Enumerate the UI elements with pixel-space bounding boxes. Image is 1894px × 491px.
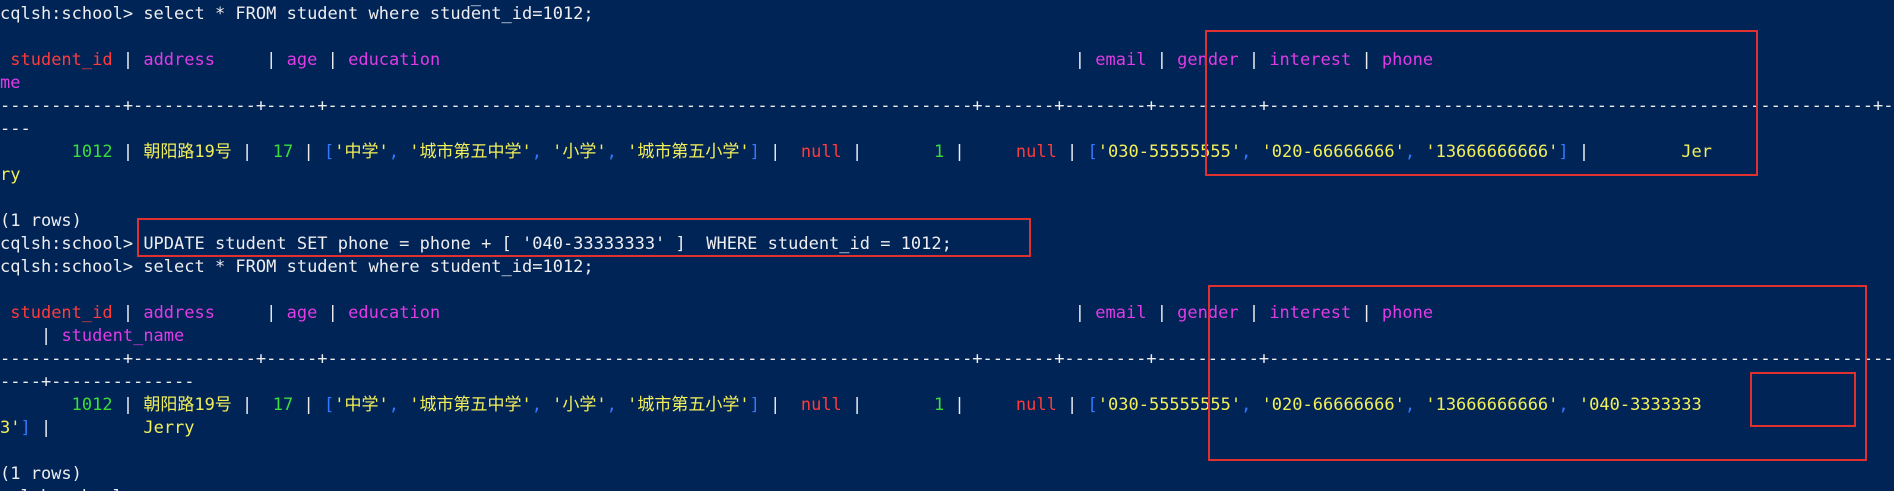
cell-address: 朝阳路19号 <box>143 395 232 415</box>
cell-education-2: '小学' <box>552 142 607 162</box>
added-phone-highlight <box>1750 372 1856 427</box>
header-address: address <box>143 50 215 70</box>
cell-student-id: 1012 <box>71 395 113 415</box>
header-student-id: student_id <box>10 50 113 70</box>
header-student-name-wrap: | student_name <box>40 326 185 346</box>
row-count-2: (1 rows) <box>0 464 82 484</box>
cell-interest: null <box>1015 142 1057 162</box>
header-email: email <box>1095 303 1147 323</box>
prompt: cqlsh:school> <box>0 4 134 24</box>
terminal-window: { "prompt": "cqlsh:school>", "commands":… <box>0 0 1894 491</box>
cell-student-id: 1012 <box>71 142 113 162</box>
cell-age: 17 <box>272 142 294 162</box>
header-age: age <box>286 50 318 70</box>
cell-education-1: '城市第五中学' <box>409 142 532 162</box>
prompt: cqlsh:school> <box>0 257 134 277</box>
header-email: email <box>1095 50 1147 70</box>
cell-gender: 1 <box>933 142 945 162</box>
header-education: education <box>348 303 441 323</box>
cell-phone-3-wrap: 3' <box>0 418 21 438</box>
cell-interest: null <box>1015 395 1057 415</box>
separator-wrap-1: --- <box>0 119 31 139</box>
header-address: address <box>143 303 215 323</box>
cell-education-2: '小学' <box>552 395 607 415</box>
cell-gender: 1 <box>933 395 945 415</box>
command-text: select * FROM student where student_id=1… <box>143 4 594 24</box>
phone-column-highlight-before <box>1205 30 1758 176</box>
cut-off-prompt: cqlsh:school> <box>0 486 133 491</box>
header-education: education <box>348 50 441 70</box>
cell-email: null <box>800 142 842 162</box>
terminal-output: _ cqlsh:school> select * FROM student wh… <box>0 0 1894 491</box>
cell-education-3: '城市第五小学' <box>627 142 750 162</box>
separator-wrap-2: ----+-------------- <box>0 372 195 392</box>
header-student-id: student_id <box>10 303 113 323</box>
header-student-name-wrap: me <box>0 73 21 93</box>
prompt: cqlsh:school> <box>0 234 134 254</box>
cell-student-name: Jerry <box>143 418 195 438</box>
cell-education-1: '城市第五中学' <box>409 395 532 415</box>
cell-address: 朝阳路19号 <box>143 142 232 162</box>
table-row-2-wrap: 3'] | Jerry <box>0 418 195 438</box>
command-line-select-2: cqlsh:school> select * FROM student wher… <box>0 256 594 279</box>
cell-email: null <box>800 395 842 415</box>
update-command-highlight <box>137 218 1031 257</box>
cell-education-0: '中学' <box>334 142 389 162</box>
cell-education-3: '城市第五小学' <box>627 395 750 415</box>
row-count-1: (1 rows) <box>0 211 82 231</box>
header-student-name: student_name <box>61 326 185 346</box>
cell-student-name-wrap: ry <box>0 165 21 185</box>
command-line-select-1: cqlsh:school> select * FROM student wher… <box>0 3 594 26</box>
header-age: age <box>286 303 318 323</box>
cell-age: 17 <box>272 395 294 415</box>
command-text: select * FROM student where student_id=1… <box>143 257 594 277</box>
cell-education-0: '中学' <box>334 395 389 415</box>
